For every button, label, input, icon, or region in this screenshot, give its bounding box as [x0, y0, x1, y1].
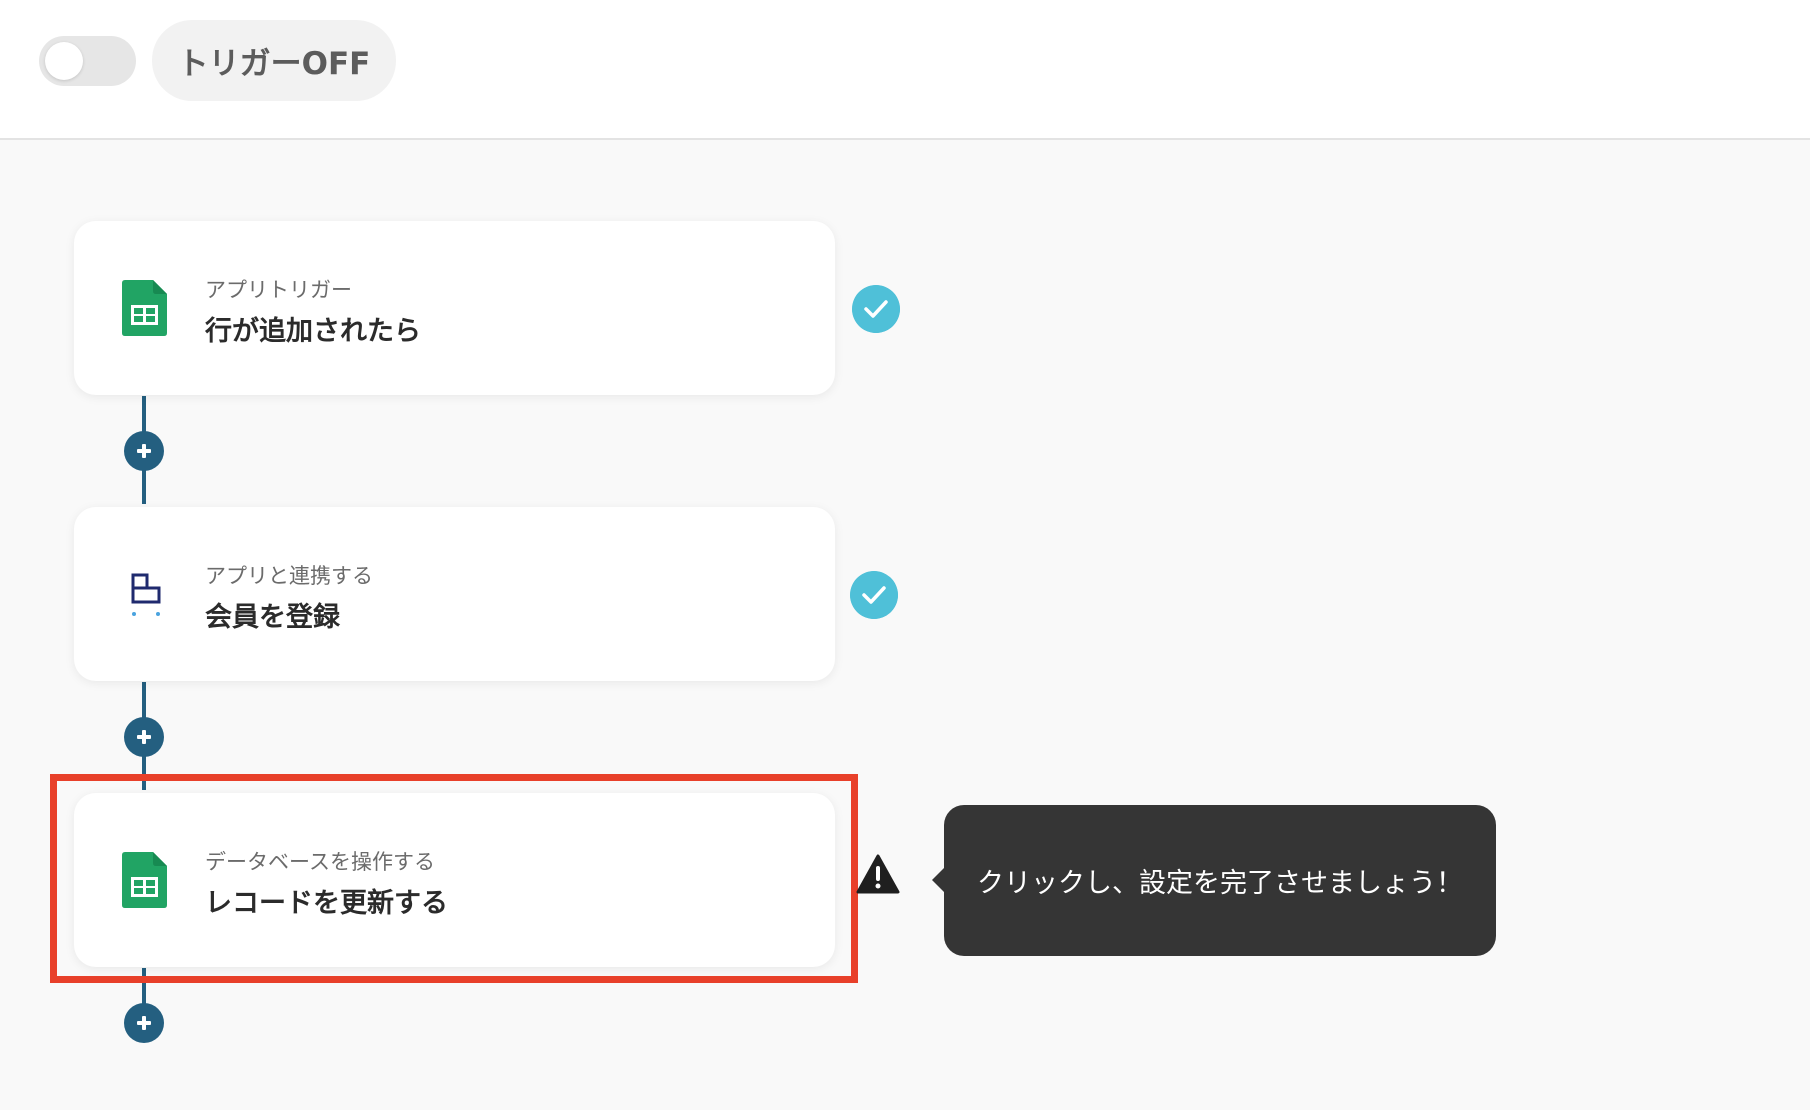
- trigger-status-label: トリガーOFF: [152, 20, 396, 101]
- trigger-toggle[interactable]: [39, 36, 136, 86]
- flow-step-card[interactable]: アプリトリガー 行が追加されたら: [74, 221, 835, 395]
- tooltip: クリックし、設定を完了させましょう！: [932, 805, 1496, 956]
- step-label: アプリと連携する: [205, 564, 373, 588]
- highlight-box: [50, 774, 858, 983]
- header-bar: トリガーOFF: [0, 0, 1810, 140]
- add-step-button[interactable]: [124, 1003, 164, 1043]
- check-icon: [850, 571, 898, 619]
- warning-icon: [856, 854, 900, 894]
- step-title: 会員を登録: [205, 602, 340, 633]
- step-label: アプリトリガー: [205, 278, 352, 302]
- member-app-icon: [131, 573, 161, 616]
- step-title: 行が追加されたら: [205, 316, 421, 347]
- flow-step-card[interactable]: アプリと連携する 会員を登録: [74, 507, 835, 681]
- tooltip-arrow: [932, 868, 944, 892]
- google-sheets-icon: [122, 280, 167, 336]
- add-step-button[interactable]: [124, 431, 164, 471]
- add-step-button[interactable]: [124, 717, 164, 757]
- tooltip-text: クリックし、設定を完了させましょう！: [977, 868, 1463, 899]
- check-icon: [852, 285, 900, 333]
- toggle-knob: [45, 42, 83, 80]
